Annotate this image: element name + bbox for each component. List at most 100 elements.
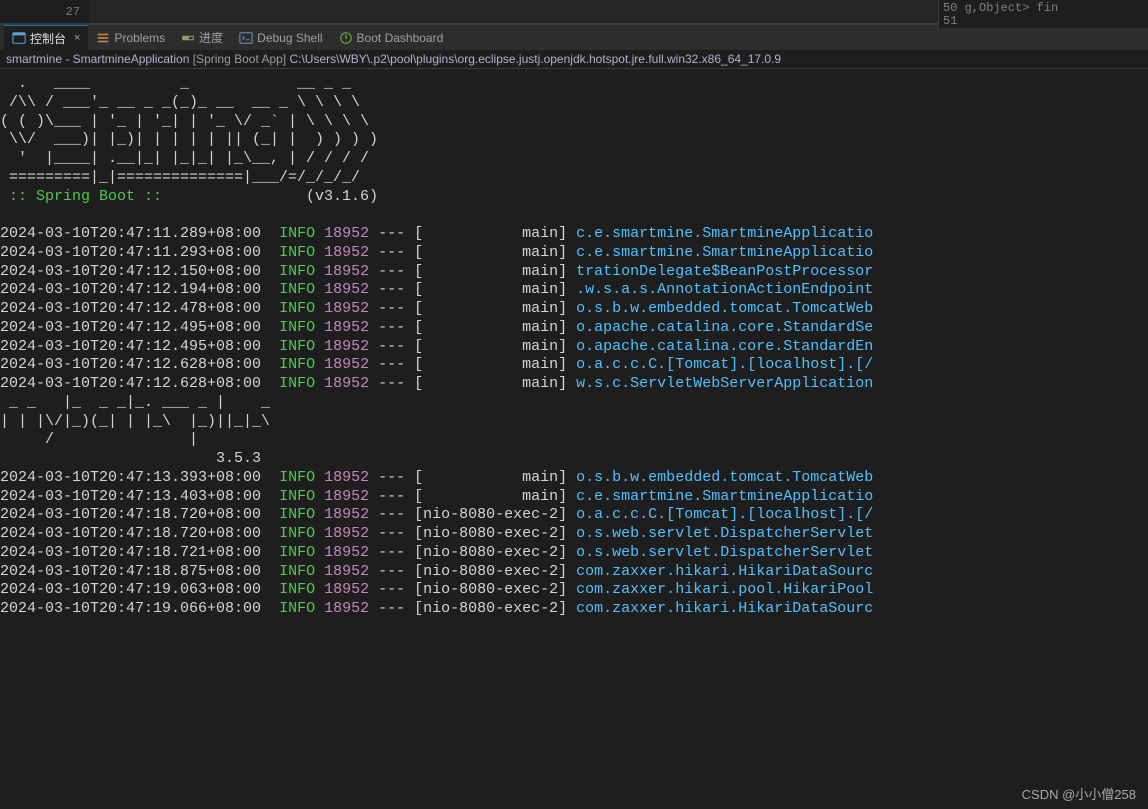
log-level: INFO bbox=[279, 338, 315, 357]
log-level: INFO bbox=[279, 525, 315, 544]
log-thread: [nio-8080-exec-2] bbox=[414, 581, 567, 600]
log-pid: 18952 bbox=[324, 244, 369, 263]
log-line: 2024-03-10T20:47:18.720+08:00 INFO 18952… bbox=[0, 525, 1148, 544]
log-thread: [ main] bbox=[414, 263, 567, 282]
log-logger: c.e.smartmine.SmartmineApplicatio bbox=[576, 488, 873, 507]
ascii-spring-banner: . ____ _ __ _ _ /\\ / ___'_ __ _ _(_)_ _… bbox=[0, 75, 1148, 188]
log-timestamp: 2024-03-10T20:47:18.720+08:00 bbox=[0, 506, 261, 525]
log-thread: [nio-8080-exec-2] bbox=[414, 506, 567, 525]
log-thread: [nio-8080-exec-2] bbox=[414, 525, 567, 544]
log-pid: 18952 bbox=[324, 225, 369, 244]
log-timestamp: 2024-03-10T20:47:12.495+08:00 bbox=[0, 319, 261, 338]
boot-dashboard-icon bbox=[339, 31, 353, 45]
log-pid: 18952 bbox=[324, 263, 369, 282]
log-logger: c.e.smartmine.SmartmineApplicatio bbox=[576, 244, 873, 263]
log-level: INFO bbox=[279, 469, 315, 488]
log-thread: [ main] bbox=[414, 356, 567, 375]
log-timestamp: 2024-03-10T20:47:12.628+08:00 bbox=[0, 375, 261, 394]
log-line: 2024-03-10T20:47:12.628+08:00 INFO 18952… bbox=[0, 356, 1148, 375]
log-pid: 18952 bbox=[324, 488, 369, 507]
log-level: INFO bbox=[279, 581, 315, 600]
log-thread: [ main] bbox=[414, 488, 567, 507]
log-line: 2024-03-10T20:47:12.478+08:00 INFO 18952… bbox=[0, 300, 1148, 319]
log-level: INFO bbox=[279, 319, 315, 338]
launch-name: smartmine - SmartmineApplication bbox=[6, 52, 193, 66]
log-logger: c.e.smartmine.SmartmineApplicatio bbox=[576, 225, 873, 244]
log-level: INFO bbox=[279, 225, 315, 244]
split-editor-snippet: 50 g,Object> fin 51 bbox=[938, 0, 1148, 28]
launch-type: [Spring Boot App] bbox=[193, 52, 290, 66]
log-logger: com.zaxxer.hikari.HikariDataSourc bbox=[576, 600, 873, 619]
tab-控制台[interactable]: 控制台× bbox=[4, 25, 88, 50]
log-logger: o.apache.catalina.core.StandardEn bbox=[576, 338, 873, 357]
log-timestamp: 2024-03-10T20:47:12.150+08:00 bbox=[0, 263, 261, 282]
log-line: 2024-03-10T20:47:19.063+08:00 INFO 18952… bbox=[0, 581, 1148, 600]
tab-label: Debug Shell bbox=[257, 31, 322, 45]
log-logger: trationDelegate$BeanPostProcessor bbox=[576, 263, 873, 282]
log-thread: [nio-8080-exec-2] bbox=[414, 600, 567, 619]
log-thread: [ main] bbox=[414, 244, 567, 263]
csdn-watermark: CSDN @小小僧258 bbox=[1022, 784, 1136, 803]
log-line: 2024-03-10T20:47:18.720+08:00 INFO 18952… bbox=[0, 506, 1148, 525]
log-pid: 18952 bbox=[324, 300, 369, 319]
log-line: 2024-03-10T20:47:13.403+08:00 INFO 18952… bbox=[0, 488, 1148, 507]
tab-problems[interactable]: Problems bbox=[88, 25, 173, 50]
log-pid: 18952 bbox=[324, 544, 369, 563]
log-pid: 18952 bbox=[324, 600, 369, 619]
log-line: 2024-03-10T20:47:18.721+08:00 INFO 18952… bbox=[0, 544, 1148, 563]
log-pid: 18952 bbox=[324, 506, 369, 525]
log-timestamp: 2024-03-10T20:47:19.063+08:00 bbox=[0, 581, 261, 600]
log-timestamp: 2024-03-10T20:47:12.495+08:00 bbox=[0, 338, 261, 357]
log-logger: com.zaxxer.hikari.pool.HikariPool bbox=[576, 581, 873, 600]
tab-debug-shell[interactable]: Debug Shell bbox=[231, 25, 330, 50]
log-timestamp: 2024-03-10T20:47:12.478+08:00 bbox=[0, 300, 261, 319]
log-pid: 18952 bbox=[324, 338, 369, 357]
line-number: 27 bbox=[0, 0, 90, 23]
log-logger: o.s.web.servlet.DispatcherServlet bbox=[576, 544, 873, 563]
log-block-1: 2024-03-10T20:47:11.289+08:00 INFO 18952… bbox=[0, 225, 1148, 394]
log-level: INFO bbox=[279, 300, 315, 319]
log-logger: o.s.b.w.embedded.tomcat.TomcatWeb bbox=[576, 300, 873, 319]
tab-进度[interactable]: 进度 bbox=[173, 25, 231, 50]
log-level: INFO bbox=[279, 281, 315, 300]
log-thread: [ main] bbox=[414, 319, 567, 338]
log-line: 2024-03-10T20:47:12.194+08:00 INFO 18952… bbox=[0, 281, 1148, 300]
log-timestamp: 2024-03-10T20:47:12.628+08:00 bbox=[0, 356, 261, 375]
log-thread: [nio-8080-exec-2] bbox=[414, 544, 567, 563]
problems-icon bbox=[96, 31, 110, 45]
ascii-mybatis-plus-banner: _ _ |_ _ _|_. ___ _ | _ | | |\/|_)(_| | … bbox=[0, 394, 1148, 469]
log-timestamp: 2024-03-10T20:47:19.066+08:00 bbox=[0, 600, 261, 619]
log-logger: w.s.c.ServletWebServerApplication bbox=[576, 375, 873, 394]
log-line: 2024-03-10T20:47:13.393+08:00 INFO 18952… bbox=[0, 469, 1148, 488]
console-output[interactable]: . ____ _ __ _ _ /\\ / ___'_ __ _ _(_)_ _… bbox=[0, 69, 1148, 619]
debug-shell-icon bbox=[239, 31, 253, 45]
tab-label: Boot Dashboard bbox=[357, 31, 444, 45]
close-icon[interactable]: × bbox=[74, 32, 80, 44]
log-level: INFO bbox=[279, 544, 315, 563]
log-timestamp: 2024-03-10T20:47:18.875+08:00 bbox=[0, 563, 261, 582]
log-pid: 18952 bbox=[324, 525, 369, 544]
log-timestamp: 2024-03-10T20:47:11.293+08:00 bbox=[0, 244, 261, 263]
log-pid: 18952 bbox=[324, 469, 369, 488]
log-thread: [ main] bbox=[414, 281, 567, 300]
tab-label: 进度 bbox=[199, 29, 223, 46]
tab-boot-dashboard[interactable]: Boot Dashboard bbox=[331, 25, 452, 50]
log-thread: [ main] bbox=[414, 338, 567, 357]
log-logger: com.zaxxer.hikari.HikariDataSourc bbox=[576, 563, 873, 582]
log-line: 2024-03-10T20:47:12.150+08:00 INFO 18952… bbox=[0, 263, 1148, 282]
terminal-icon bbox=[12, 31, 26, 45]
log-level: INFO bbox=[279, 375, 315, 394]
log-block-2: 2024-03-10T20:47:13.393+08:00 INFO 18952… bbox=[0, 469, 1148, 619]
log-timestamp: 2024-03-10T20:47:11.289+08:00 bbox=[0, 225, 261, 244]
log-line: 2024-03-10T20:47:12.628+08:00 INFO 18952… bbox=[0, 375, 1148, 394]
log-timestamp: 2024-03-10T20:47:12.194+08:00 bbox=[0, 281, 261, 300]
log-pid: 18952 bbox=[324, 581, 369, 600]
log-pid: 18952 bbox=[324, 281, 369, 300]
log-line: 2024-03-10T20:47:12.495+08:00 INFO 18952… bbox=[0, 338, 1148, 357]
log-logger: o.s.b.w.embedded.tomcat.TomcatWeb bbox=[576, 469, 873, 488]
log-level: INFO bbox=[279, 263, 315, 282]
log-logger: o.s.web.servlet.DispatcherServlet bbox=[576, 525, 873, 544]
log-thread: [ main] bbox=[414, 225, 567, 244]
progress-icon bbox=[181, 31, 195, 45]
log-thread: [ main] bbox=[414, 375, 567, 394]
